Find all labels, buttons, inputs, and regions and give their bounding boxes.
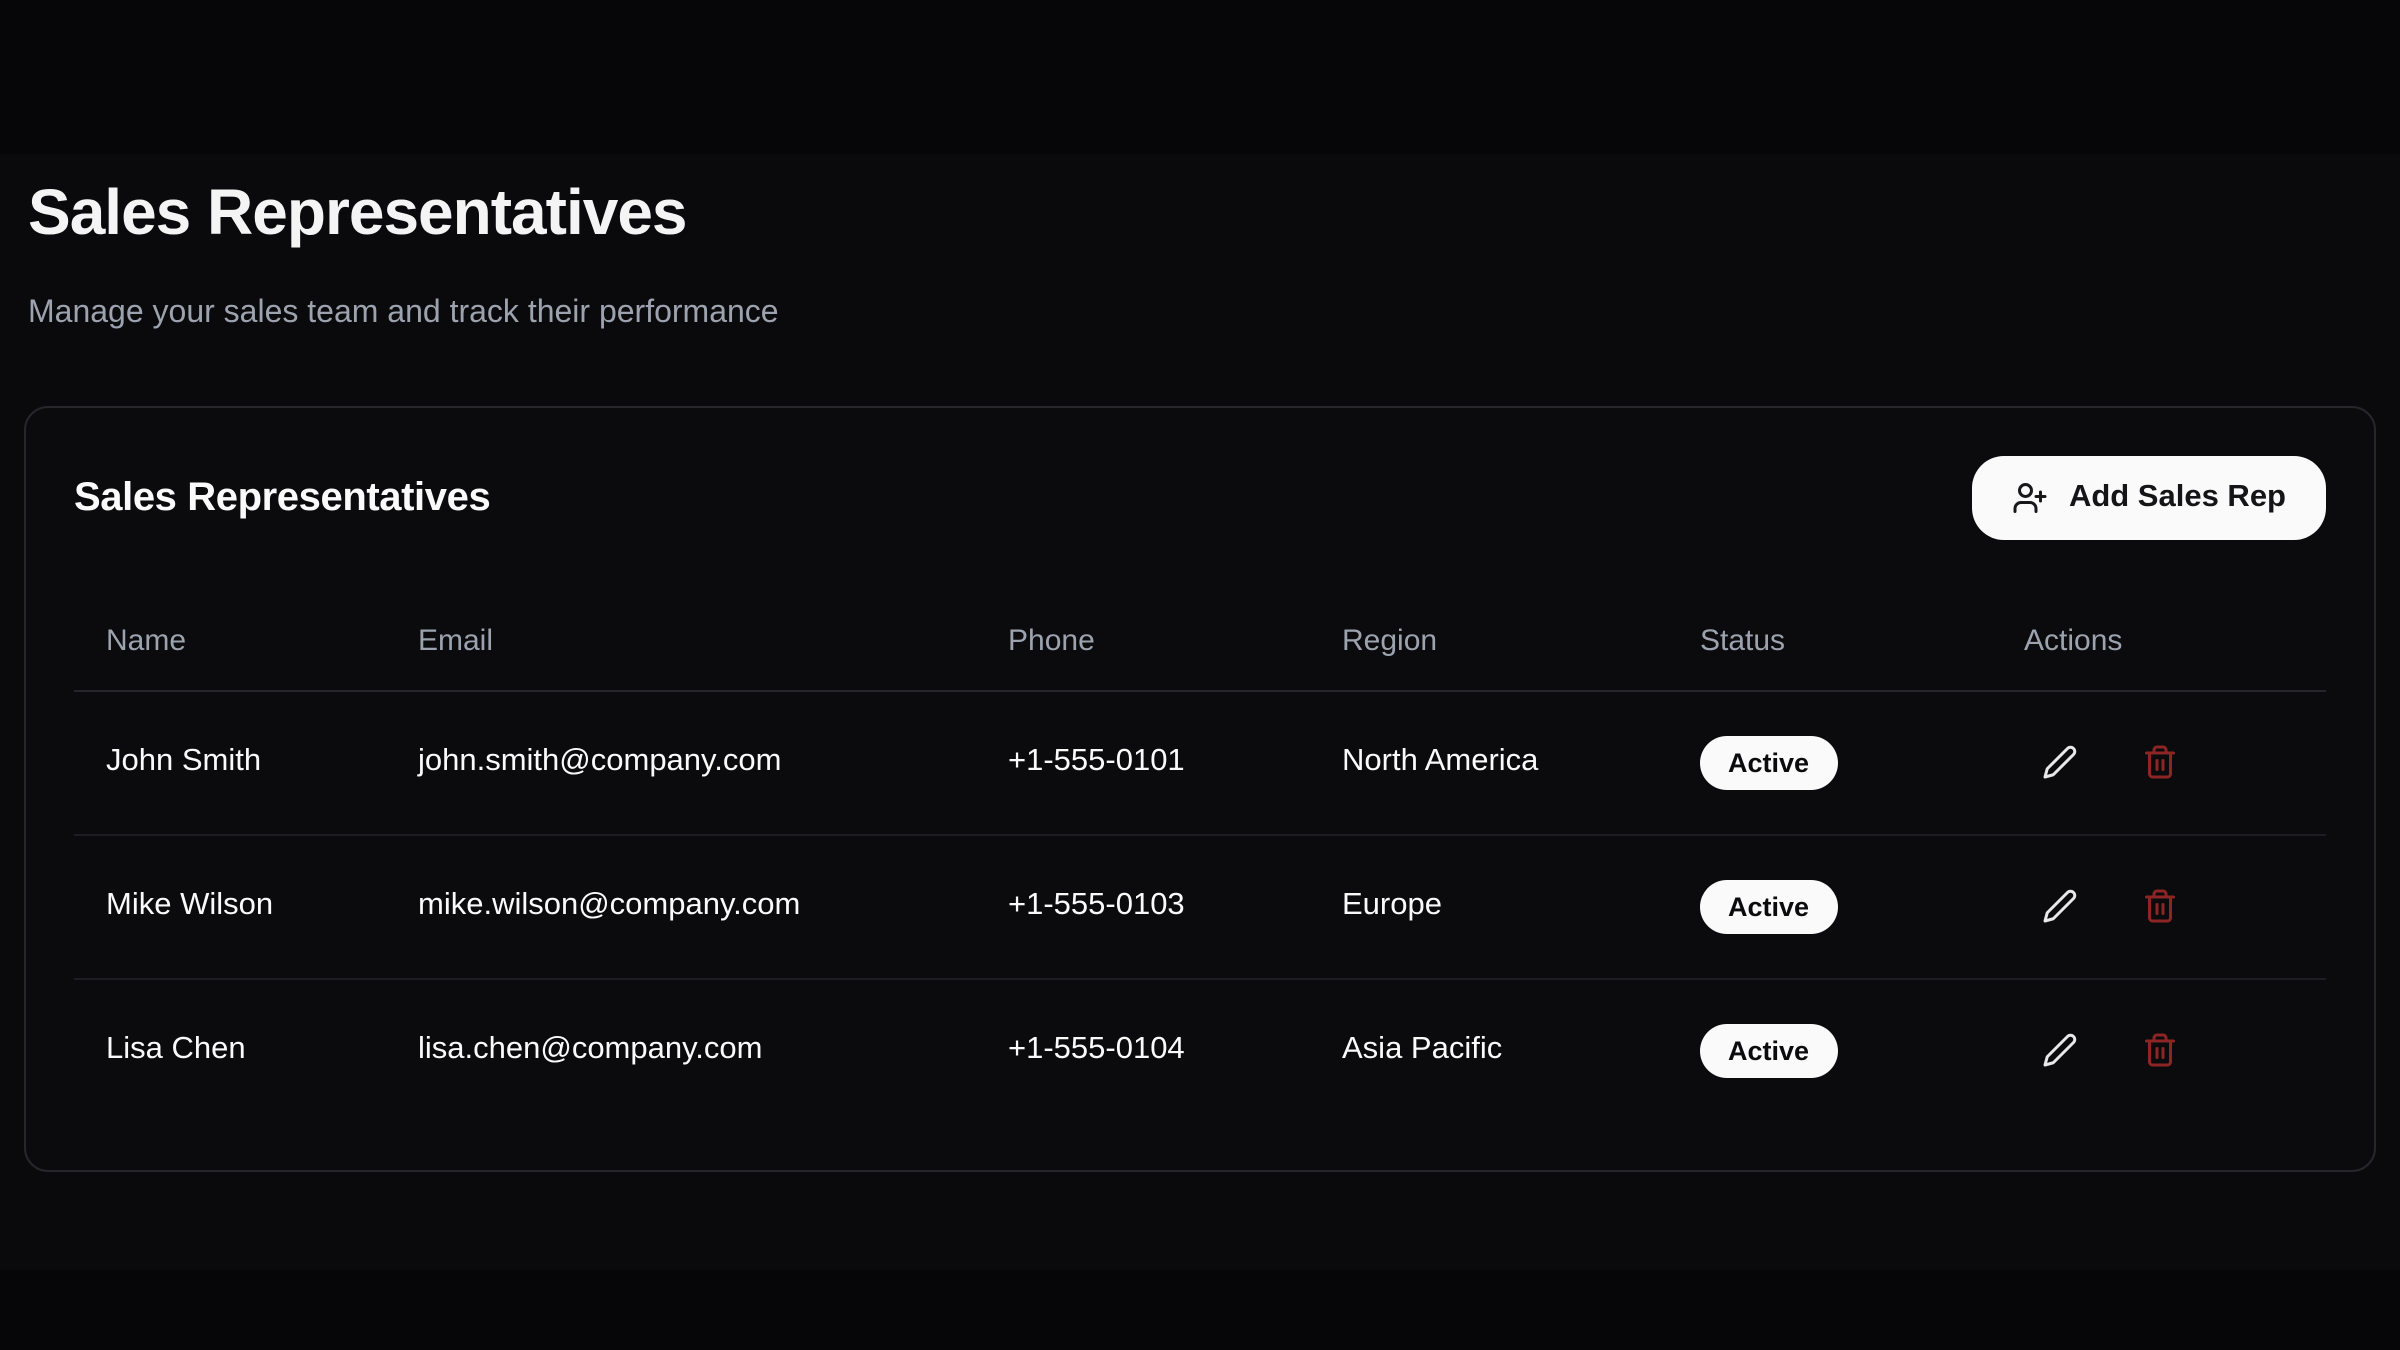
- sales-reps-table: Name Email Phone Region Status Actions J…: [74, 594, 2326, 1122]
- rep-phone: +1-555-0101: [976, 690, 1310, 834]
- card-header: Sales Representatives Add Sales Rep: [74, 456, 2326, 540]
- pencil-icon: [2042, 1033, 2078, 1069]
- rep-region: Asia Pacific: [1310, 978, 1668, 1122]
- row-actions: [2024, 726, 2294, 798]
- card-title: Sales Representatives: [74, 475, 490, 521]
- delete-button[interactable]: [2124, 726, 2196, 798]
- rep-status-cell: Active: [1668, 834, 1992, 978]
- add-sales-rep-button[interactable]: Add Sales Rep: [1973, 456, 2326, 540]
- rep-email: john.smith@company.com: [386, 690, 976, 834]
- status-badge: Active: [1700, 735, 1837, 789]
- rep-name: John Smith: [74, 690, 386, 834]
- delete-button[interactable]: [2124, 1015, 2196, 1087]
- trash-icon: [2142, 744, 2178, 780]
- page-subtitle: Manage your sales team and track their p…: [28, 290, 2376, 338]
- pencil-icon: [2042, 888, 2078, 924]
- table-header: Name Email Phone Region Status Actions: [74, 594, 2326, 690]
- row-actions: [2024, 870, 2294, 942]
- column-header-actions: Actions: [1992, 594, 2326, 690]
- rep-actions-cell: [1992, 834, 2326, 978]
- edit-button[interactable]: [2024, 726, 2096, 798]
- table-row: John Smith john.smith@company.com +1-555…: [74, 690, 2326, 834]
- pencil-icon: [2042, 744, 2078, 780]
- rep-actions-cell: [1992, 690, 2326, 834]
- rep-region: North America: [1310, 690, 1668, 834]
- rep-email: lisa.chen@company.com: [386, 978, 976, 1122]
- trash-icon: [2142, 1033, 2178, 1069]
- rep-status-cell: Active: [1668, 690, 1992, 834]
- rep-phone: +1-555-0104: [976, 978, 1310, 1122]
- column-header-name: Name: [74, 594, 386, 690]
- edit-button[interactable]: [2024, 870, 2096, 942]
- sales-reps-card: Sales Representatives Add Sales Rep: [24, 406, 2376, 1172]
- table-row: Lisa Chen lisa.chen@company.com +1-555-0…: [74, 978, 2326, 1122]
- rep-name: Lisa Chen: [74, 978, 386, 1122]
- column-header-phone: Phone: [976, 594, 1310, 690]
- trash-icon: [2142, 888, 2178, 924]
- edit-button[interactable]: [2024, 1015, 2096, 1087]
- table-body: John Smith john.smith@company.com +1-555…: [74, 690, 2326, 1122]
- rep-name: Mike Wilson: [74, 834, 386, 978]
- page-title: Sales Representatives: [28, 172, 2376, 252]
- rep-actions-cell: [1992, 978, 2326, 1122]
- row-actions: [2024, 1015, 2294, 1087]
- delete-button[interactable]: [2124, 870, 2196, 942]
- rep-email: mike.wilson@company.com: [386, 834, 976, 978]
- app-window: Sales Representatives Manage your sales …: [0, 0, 2400, 1350]
- add-sales-rep-label: Add Sales Rep: [2069, 480, 2286, 516]
- status-badge: Active: [1700, 879, 1837, 933]
- column-header-email: Email: [386, 594, 976, 690]
- column-header-status: Status: [1668, 594, 1992, 690]
- rep-phone: +1-555-0103: [976, 834, 1310, 978]
- main-content: Sales Representatives Manage your sales …: [0, 0, 2400, 1172]
- user-plus-icon: [2013, 480, 2049, 516]
- rep-status-cell: Active: [1668, 978, 1992, 1122]
- rep-region: Europe: [1310, 834, 1668, 978]
- column-header-region: Region: [1310, 594, 1668, 690]
- status-badge: Active: [1700, 1024, 1837, 1078]
- table-row: Mike Wilson mike.wilson@company.com +1-5…: [74, 834, 2326, 978]
